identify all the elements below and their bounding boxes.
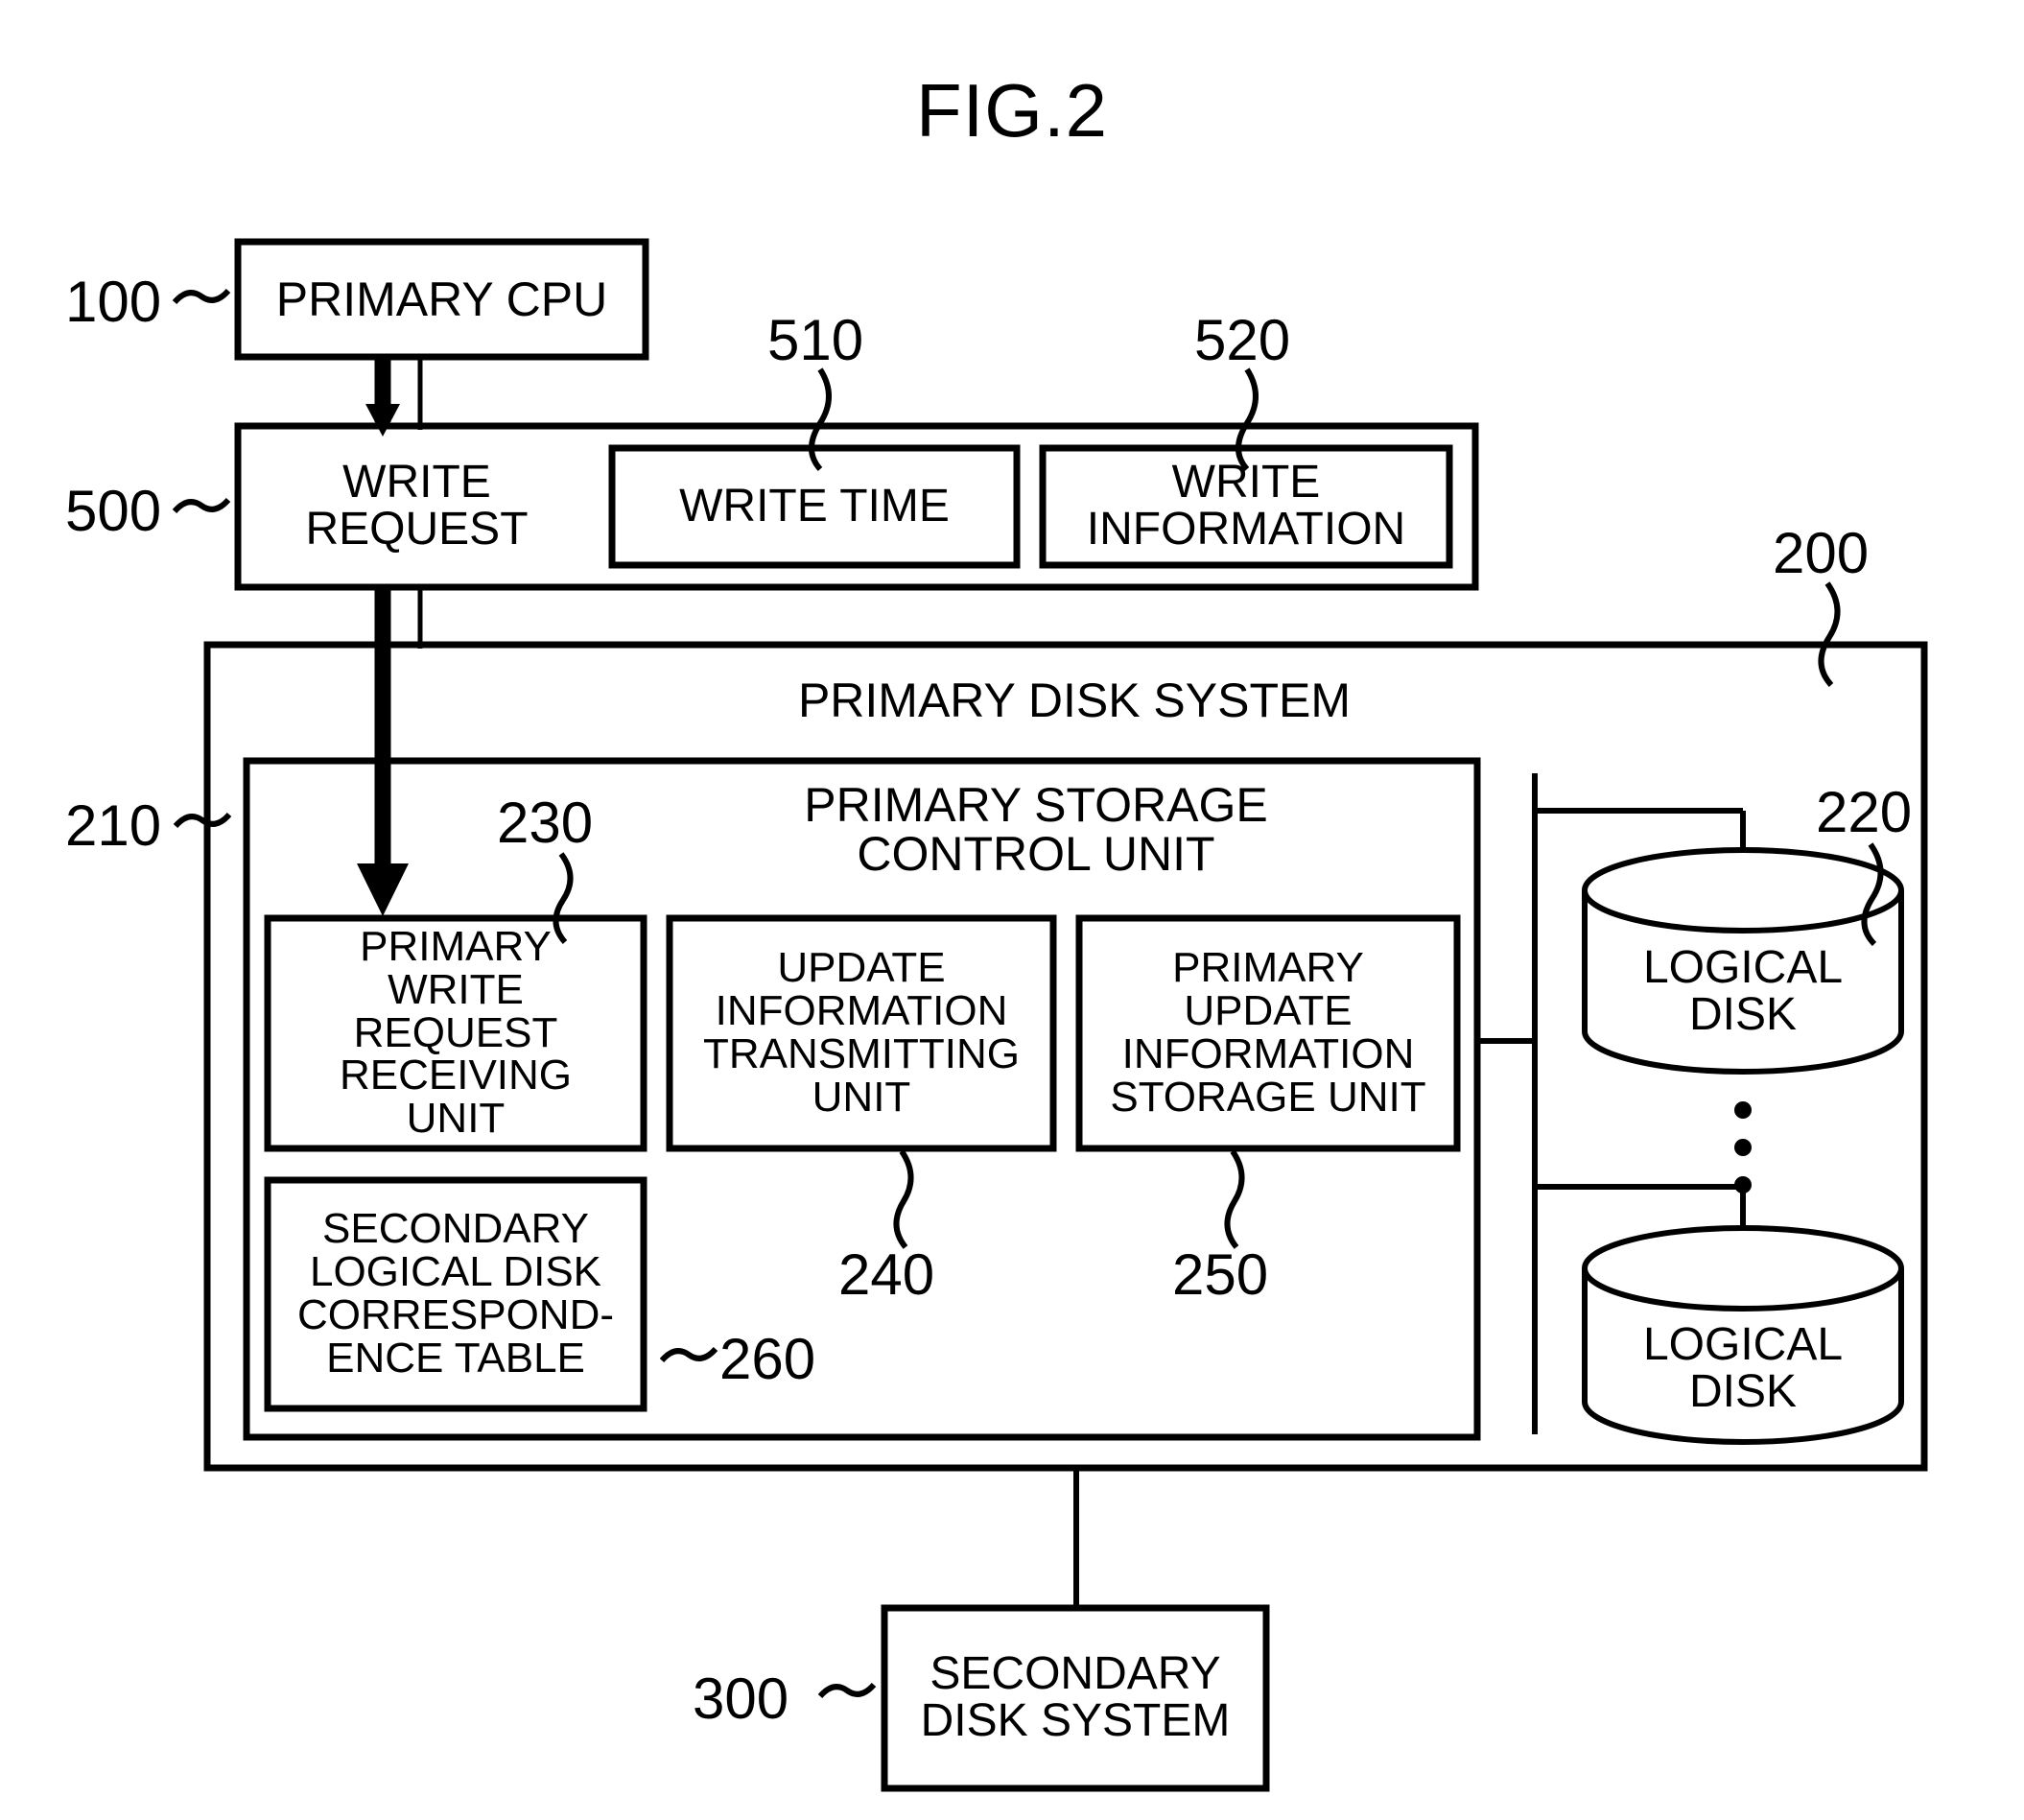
- primary-cpu-box: [234, 238, 649, 361]
- leader-100: [172, 288, 231, 305]
- leader-240: [893, 1149, 914, 1249]
- leader-250: [1224, 1149, 1245, 1249]
- numeral-240: 240: [838, 1242, 935, 1307]
- secondary-logical-disk-correspondence-table-box: [264, 1176, 647, 1412]
- numeral-100: 100: [65, 270, 162, 334]
- leader-300: [817, 1682, 877, 1699]
- leader-510: [809, 367, 832, 472]
- write-request-to-receiving-unit-arrow-head: [357, 863, 409, 916]
- leader-500: [172, 497, 231, 514]
- primary-update-information-storage-unit-box: [1075, 914, 1461, 1152]
- vertical-ellipsis-icon: [1734, 1101, 1752, 1194]
- numeral-250: 250: [1172, 1242, 1269, 1307]
- numeral-220: 220: [1816, 780, 1913, 844]
- figure-canvas: FIG.2 100 500 510 520 200 210 220 230 24…: [0, 0, 2024, 1820]
- secondary-disk-system-box: [881, 1604, 1270, 1792]
- numeral-260: 260: [719, 1327, 816, 1391]
- numeral-520: 520: [1194, 308, 1291, 372]
- leader-520: [1236, 367, 1259, 472]
- diagram-svg: [172, 238, 1928, 1792]
- numeral-210: 210: [65, 793, 162, 858]
- numeral-500: 500: [65, 479, 162, 543]
- numeral-200: 200: [1773, 521, 1870, 585]
- logical-disk-top-cylinder: [1582, 847, 1904, 1075]
- leader-200: [1818, 581, 1841, 688]
- leader-210: [173, 812, 232, 829]
- numeral-300: 300: [693, 1666, 789, 1731]
- primary-storage-control-unit-box: [243, 757, 1481, 1441]
- cpu-to-write-request-arrow-head: [365, 404, 400, 437]
- numeral-230: 230: [497, 791, 594, 855]
- primary-write-request-receiving-unit-box: [264, 914, 647, 1152]
- leader-230: [553, 852, 574, 945]
- logical-disk-bottom-cylinder: [1582, 1225, 1904, 1445]
- leader-260: [659, 1346, 718, 1363]
- update-information-transmitting-unit-box: [666, 914, 1057, 1152]
- numeral-510: 510: [767, 308, 864, 372]
